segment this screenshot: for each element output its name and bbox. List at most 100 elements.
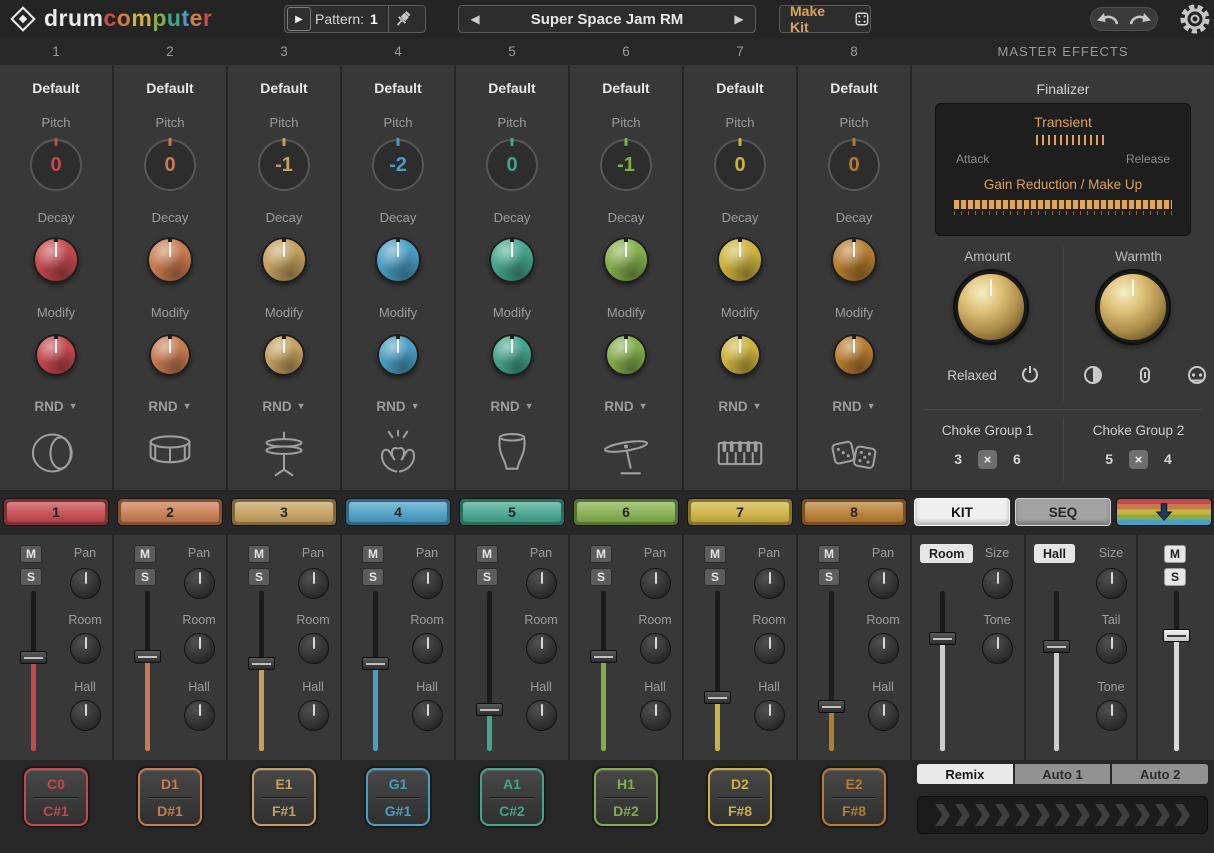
channel-1-preset-name[interactable]: Default [114, 80, 226, 96]
channel-5-decay-knob[interactable] [603, 237, 649, 283]
channel-1-modify-knob[interactable] [149, 334, 191, 376]
hall-send-knob-4[interactable] [526, 700, 557, 731]
trigger-pad-1[interactable]: 2 [117, 498, 223, 526]
channel-7-modify-knob[interactable] [833, 334, 875, 376]
channel-4-decay-knob[interactable] [489, 237, 535, 283]
trigger-pad-6[interactable]: 7 [687, 498, 793, 526]
channel-3-randomize-button[interactable]: RND▼ [342, 399, 454, 414]
hall-tone-knob[interactable] [1096, 700, 1127, 731]
pan-knob-6[interactable] [754, 568, 785, 599]
room-tone-knob[interactable] [982, 633, 1013, 664]
solo-button-5[interactable]: S [590, 568, 612, 586]
volume-fader-handle-6[interactable] [704, 691, 731, 704]
mute-button-3[interactable]: M [362, 545, 384, 563]
choke2-channel-a[interactable]: 5 [1105, 451, 1113, 467]
channel-6-modify-knob[interactable] [719, 334, 761, 376]
channel-0-pitch-control[interactable]: 0 [30, 139, 82, 191]
room-send-knob-5[interactable] [640, 633, 671, 664]
volume-fader-handle-7[interactable] [818, 700, 845, 713]
channel-5-instrument-button[interactable] [456, 420, 568, 486]
volume-fader-handle-0[interactable] [20, 651, 47, 664]
channel-1-instrument-button[interactable] [0, 420, 112, 486]
channel-6-pitch-control[interactable]: 0 [714, 139, 766, 191]
room-send-knob-6[interactable] [754, 633, 785, 664]
kit-view-button[interactable]: KIT [914, 498, 1010, 526]
channel-4-randomize-button[interactable]: RND▼ [456, 399, 568, 414]
channel-4-preset-name[interactable]: Default [456, 80, 568, 96]
channel-2-modify-knob[interactable] [263, 334, 305, 376]
settings-button[interactable] [1179, 3, 1211, 35]
room-send-knob-1[interactable] [184, 633, 215, 664]
tab-remix[interactable]: Remix [917, 764, 1013, 784]
undo-icon[interactable] [1095, 10, 1121, 28]
remix-pattern-bar[interactable] [917, 796, 1208, 834]
mute-button-0[interactable]: M [20, 545, 42, 563]
trigger-pad-7[interactable]: 8 [801, 498, 907, 526]
channel-0-randomize-button[interactable]: RND▼ [0, 399, 112, 414]
solo-button-2[interactable]: S [248, 568, 270, 586]
master-solo-button[interactable]: S [1164, 568, 1186, 586]
tape-mode-button[interactable] [1186, 364, 1208, 386]
channel-0-preset-name[interactable]: Default [0, 80, 112, 96]
pan-knob-5[interactable] [640, 568, 671, 599]
volume-fader-handle-2[interactable] [248, 657, 275, 670]
channel-6-decay-knob[interactable] [717, 237, 763, 283]
amount-knob[interactable] [955, 271, 1027, 343]
channel-6-instrument-button[interactable] [570, 420, 682, 486]
channel-3-instrument-button[interactable] [228, 420, 340, 486]
transient-slider[interactable] [1036, 135, 1108, 145]
trigger-pad-0[interactable]: 1 [3, 498, 109, 526]
channel-5-randomize-button[interactable]: RND▼ [570, 399, 682, 414]
solo-button-4[interactable]: S [476, 568, 498, 586]
play-button[interactable]: ▶ [287, 7, 311, 31]
channel-7-pitch-control[interactable]: 0 [828, 139, 880, 191]
channel-7-randomize-button[interactable]: RND▼ [798, 399, 910, 414]
master-mute-button[interactable]: M [1164, 545, 1186, 563]
note-pad-0[interactable]: C0 C#1 [24, 768, 88, 826]
pan-knob-2[interactable] [298, 568, 329, 599]
hall-send-knob-3[interactable] [412, 700, 443, 731]
choke2-channel-b[interactable]: 4 [1164, 451, 1172, 467]
tab-auto-2[interactable]: Auto 2 [1112, 764, 1208, 784]
note-pad-5[interactable]: H1 D#2 [594, 768, 658, 826]
master-fader-handle[interactable] [1163, 629, 1190, 642]
volume-fader-handle-4[interactable] [476, 703, 503, 716]
channel-7-preset-name[interactable]: Default [798, 80, 910, 96]
mute-button-5[interactable]: M [590, 545, 612, 563]
trigger-pad-5[interactable]: 6 [573, 498, 679, 526]
finalizer-power-button[interactable] [1019, 364, 1041, 386]
remix-drop-button[interactable] [1116, 498, 1212, 526]
mute-button-6[interactable]: M [704, 545, 726, 563]
seq-view-button[interactable]: SEQ [1015, 498, 1111, 526]
note-pad-1[interactable]: D1 D#1 [138, 768, 202, 826]
saturation-mode-button[interactable] [1082, 364, 1104, 386]
room-return-label[interactable]: Room [920, 544, 973, 563]
channel-7-instrument-button[interactable] [684, 420, 796, 486]
pan-knob-3[interactable] [412, 568, 443, 599]
channel-3-preset-name[interactable]: Default [342, 80, 454, 96]
hall-send-knob-5[interactable] [640, 700, 671, 731]
solo-button-1[interactable]: S [134, 568, 156, 586]
hall-send-knob-2[interactable] [298, 700, 329, 731]
solo-button-0[interactable]: S [20, 568, 42, 586]
pan-knob-4[interactable] [526, 568, 557, 599]
hall-tail-knob[interactable] [1096, 633, 1127, 664]
preset-name[interactable]: Super Space Jam RM [491, 11, 723, 28]
volume-fader-handle-1[interactable] [134, 650, 161, 663]
room-send-knob-7[interactable] [868, 633, 899, 664]
channel-0-modify-knob[interactable] [35, 334, 77, 376]
channel-4-modify-knob[interactable] [491, 334, 533, 376]
channel-8-instrument-button[interactable] [798, 420, 910, 486]
pan-knob-1[interactable] [184, 568, 215, 599]
trigger-pad-2[interactable]: 3 [231, 498, 337, 526]
hall-return-fader-handle[interactable] [1043, 640, 1070, 653]
room-return-fader-handle[interactable] [929, 632, 956, 645]
channel-3-modify-knob[interactable] [377, 334, 419, 376]
choke2-clear-button[interactable]: × [1129, 450, 1148, 469]
preset-prev-button[interactable]: ◀ [459, 12, 491, 26]
note-pad-6[interactable]: D2 F#8 [708, 768, 772, 826]
channel-2-randomize-button[interactable]: RND▼ [228, 399, 340, 414]
choke1-channel-b[interactable]: 6 [1013, 451, 1021, 467]
compressor-mode-label[interactable]: Relaxed [927, 368, 1017, 383]
warmth-knob[interactable] [1097, 271, 1169, 343]
